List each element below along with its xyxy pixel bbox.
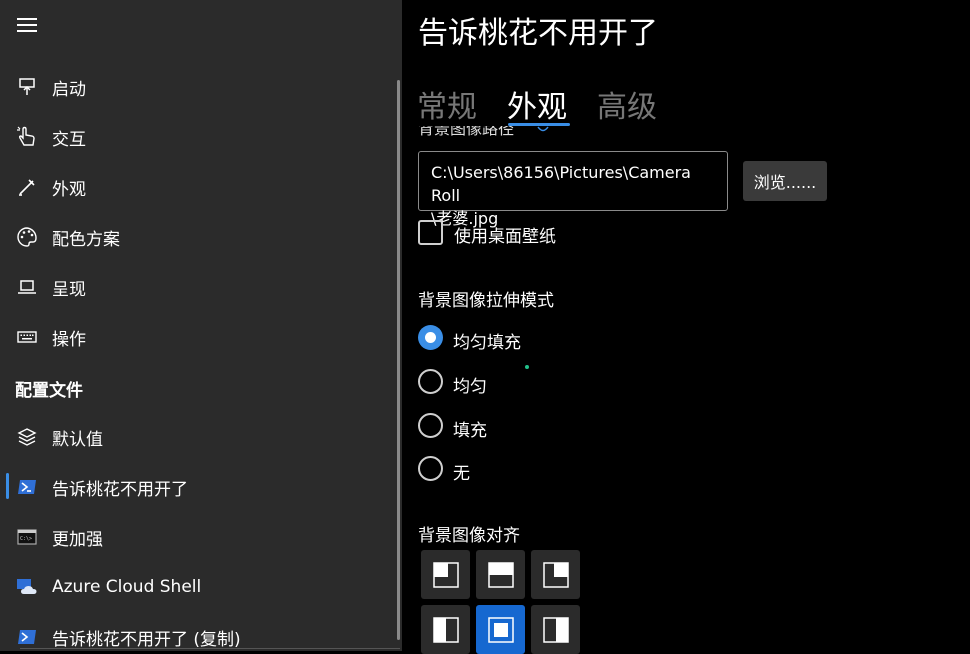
use-desktop-wallpaper-checkbox[interactable] — [418, 220, 443, 245]
align-top-left-icon — [432, 561, 459, 588]
sidebar-item-profile-copy[interactable]: 告诉桃花不用开了 (复制) — [0, 614, 396, 651]
sidebar-item-startup[interactable]: 启动 — [0, 64, 396, 110]
sidebar-item-label: 交互 — [52, 129, 86, 150]
tab-appearance[interactable]: 外观 — [507, 82, 567, 126]
align-top-icon — [487, 561, 514, 588]
layers-icon — [16, 426, 38, 448]
sidebar-item-label: 默认值 — [52, 429, 103, 450]
stretch-none-radio[interactable] — [418, 456, 443, 481]
hamburger-menu-icon[interactable] — [17, 18, 37, 32]
startup-icon — [16, 76, 38, 98]
sidebar-divider — [20, 648, 400, 649]
sidebar-item-defaults[interactable]: 默认值 — [0, 414, 396, 460]
page-title: 告诉桃花不用开了 — [418, 16, 658, 51]
background-image-path-input[interactable]: C:\Users\86156\Pictures\Camera Roll \老婆.… — [418, 151, 728, 228]
sidebar-item-azure-cloud-shell[interactable]: Azure Cloud Shell — [0, 564, 396, 610]
sidebar-item-appearance[interactable]: 外观 — [0, 164, 396, 210]
stretch-mode-label: 背景图像拉伸模式 — [418, 291, 554, 311]
appearance-icon — [16, 176, 38, 198]
align-right-button[interactable] — [531, 605, 580, 654]
alignment-label: 背景图像对齐 — [418, 526, 520, 546]
path-line-1: C:\Users\86156\Pictures\Camera Roll — [431, 163, 691, 205]
svg-text:C:\>: C:\> — [20, 536, 32, 542]
stretch-fill-label: 填充 — [453, 421, 487, 441]
align-center-icon — [487, 616, 514, 643]
align-left-button[interactable] — [421, 605, 470, 654]
powershell-icon — [16, 476, 38, 498]
use-desktop-wallpaper-label: 使用桌面壁纸 — [454, 227, 556, 247]
align-top-button[interactable] — [476, 550, 525, 599]
sidebar-item-rendering[interactable]: 呈现 — [0, 264, 396, 310]
sidebar-item-profile-selected[interactable]: 告诉桃花不用开了 — [0, 464, 396, 510]
sidebar-item-label: 启动 — [52, 79, 86, 100]
settings-content: 告诉桃花不用开了 常规 外观 高级 背景图像路径 C:\Users\86156\… — [402, 0, 970, 654]
align-top-left-button[interactable] — [421, 550, 470, 599]
sidebar-item-color-schemes[interactable]: 配色方案 — [0, 214, 396, 260]
sidebar-item-label: 更加强 — [52, 529, 103, 550]
sidebar-item-label: 告诉桃花不用开了 — [52, 479, 188, 500]
stretch-uniform-fill-label: 均匀填充 — [453, 333, 521, 353]
background-image-path-label: 背景图像路径 — [418, 126, 515, 138]
cursor-dot — [525, 365, 529, 369]
sidebar-item-label: 外观 — [52, 179, 86, 200]
sidebar-item-label: Azure Cloud Shell — [52, 577, 202, 597]
sidebar-scrollbar[interactable] — [397, 80, 400, 640]
sidebar-item-label: 操作 — [52, 329, 86, 350]
cmd-icon: C:\> — [16, 526, 38, 548]
stretch-uniform-fill-radio[interactable] — [418, 325, 443, 350]
stretch-fill-radio[interactable] — [418, 413, 443, 438]
azure-cloud-icon — [16, 576, 38, 598]
align-center-button[interactable] — [476, 605, 525, 654]
powershell-icon — [16, 626, 38, 648]
navigation-sidebar: 启动 交互 外观 配色方案 呈现 操作 配置文件 默认值 告诉桃花不用开了 C:… — [0, 0, 402, 651]
tab-general[interactable]: 常规 — [417, 82, 477, 126]
sidebar-item-interaction[interactable]: 交互 — [0, 114, 396, 160]
stretch-uniform-radio[interactable] — [418, 369, 443, 394]
sidebar-item-cmd-profile[interactable]: C:\> 更加强 — [0, 514, 396, 560]
interaction-icon — [16, 126, 38, 148]
color-palette-icon — [16, 226, 38, 248]
keyboard-icon — [16, 326, 38, 348]
rendering-icon — [16, 276, 38, 298]
sidebar-item-actions[interactable]: 操作 — [0, 314, 396, 360]
browse-button[interactable]: 浏览...... — [743, 161, 827, 201]
align-top-right-button[interactable] — [531, 550, 580, 599]
tab-advanced[interactable]: 高级 — [597, 82, 657, 126]
align-right-icon — [542, 616, 569, 643]
sidebar-item-label: 配色方案 — [52, 229, 120, 250]
align-left-icon — [432, 616, 459, 643]
reset-icon[interactable] — [536, 126, 550, 138]
stretch-none-label: 无 — [453, 464, 470, 484]
sidebar-item-label: 告诉桃花不用开了 (复制) — [52, 629, 241, 650]
align-top-right-icon — [542, 561, 569, 588]
profiles-section-header: 配置文件 — [15, 381, 83, 401]
sidebar-item-label: 呈现 — [52, 279, 86, 300]
stretch-uniform-label: 均匀 — [453, 377, 487, 397]
